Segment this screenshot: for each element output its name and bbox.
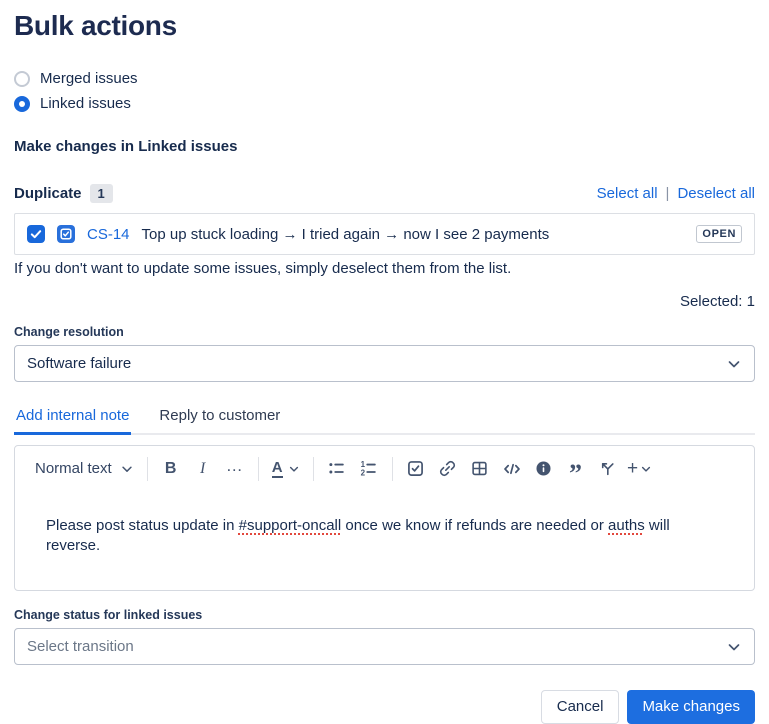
misspelled-word: auths: [608, 517, 645, 534]
issue-scope-radio-group: Merged issues Linked issues: [14, 66, 755, 116]
issue-checkbox-checked[interactable]: [27, 225, 45, 243]
footer-actions: Cancel Make changes: [14, 690, 755, 724]
radio-merged-issues[interactable]: Merged issues: [14, 66, 755, 91]
svg-text:2: 2: [361, 469, 366, 477]
info-panel-icon[interactable]: [530, 455, 558, 483]
toolbar-divider: [258, 457, 259, 481]
chevron-down-icon: [726, 639, 742, 655]
task-list-icon[interactable]: [402, 455, 430, 483]
note-tabs: Add internal note Reply to customer: [14, 407, 755, 435]
select-all-link[interactable]: Select all: [597, 185, 658, 202]
transition-placeholder: Select transition: [27, 638, 134, 655]
make-changes-button[interactable]: Make changes: [627, 690, 755, 724]
issue-key-link[interactable]: CS-14: [87, 226, 130, 243]
text-style-dropdown[interactable]: Normal text: [31, 457, 138, 480]
group-title: Duplicate 1: [14, 184, 113, 203]
note-text: once we know if refunds are needed or: [341, 517, 608, 534]
radio-linked-issues-label: Linked issues: [40, 95, 131, 112]
resolution-value: Software failure: [27, 355, 131, 372]
bullet-list-icon[interactable]: [323, 455, 351, 483]
chevron-down-icon: [288, 463, 300, 475]
editor-content[interactable]: Please post status update in #support-on…: [15, 483, 754, 556]
quote-icon[interactable]: ”: [562, 455, 590, 483]
toolbar-divider: [392, 457, 393, 481]
status-badge: OPEN: [696, 225, 742, 243]
more-formatting-icon[interactable]: …: [221, 455, 249, 483]
bold-icon[interactable]: B: [157, 455, 185, 483]
text-color-icon[interactable]: A: [268, 455, 304, 483]
radio-merged-issues-label: Merged issues: [40, 70, 138, 87]
radio-selected-icon[interactable]: [14, 96, 30, 112]
resolution-select[interactable]: Software failure: [14, 345, 755, 382]
transition-label: Change status for linked issues: [14, 608, 755, 622]
radio-unselected-icon[interactable]: [14, 71, 30, 87]
cancel-button[interactable]: Cancel: [541, 690, 620, 724]
tab-reply-to-customer[interactable]: Reply to customer: [157, 407, 282, 433]
section-heading: Make changes in Linked issues: [14, 138, 755, 155]
decision-icon[interactable]: [594, 455, 622, 483]
group-header: Duplicate 1 Select all | Deselect all: [14, 184, 755, 203]
page-title: Bulk actions: [14, 10, 755, 42]
tab-add-internal-note[interactable]: Add internal note: [14, 407, 131, 435]
toolbar-divider: [313, 457, 314, 481]
selection-links: Select all | Deselect all: [597, 185, 755, 202]
links-separator: |: [666, 185, 670, 202]
resolution-label: Change resolution: [14, 325, 755, 339]
text-style-value: Normal text: [35, 460, 112, 477]
transition-field: Change status for linked issues Select t…: [14, 608, 755, 665]
table-icon[interactable]: [466, 455, 494, 483]
channel-mention: #support-oncall: [239, 517, 342, 534]
radio-linked-issues[interactable]: Linked issues: [14, 91, 755, 116]
numbered-list-icon[interactable]: 1 2: [355, 455, 383, 483]
issue-summary: Top up stuck loading → I tried again → n…: [142, 226, 550, 243]
resolution-field: Change resolution Software failure: [14, 325, 755, 382]
code-snippet-icon[interactable]: [498, 455, 526, 483]
deselect-all-link[interactable]: Deselect all: [677, 185, 755, 202]
italic-icon[interactable]: I: [189, 455, 217, 483]
note-text: Please post status update in: [46, 517, 239, 534]
group-count-badge: 1: [90, 184, 113, 203]
issue-row[interactable]: CS-14 Top up stuck loading → I tried aga…: [14, 213, 755, 255]
chevron-down-icon: [120, 462, 134, 476]
editor-toolbar: Normal text B I … A 1 2: [15, 446, 754, 483]
deselect-hint: If you don't want to update some issues,…: [14, 259, 755, 279]
task-type-icon: [57, 225, 75, 243]
insert-icon[interactable]: +: [626, 455, 654, 483]
group-label: Duplicate: [14, 185, 82, 202]
toolbar-divider: [147, 457, 148, 481]
chevron-down-icon: [640, 463, 652, 475]
link-icon[interactable]: [434, 455, 462, 483]
rich-text-editor: Normal text B I … A 1 2: [14, 445, 755, 591]
transition-select[interactable]: Select transition: [14, 628, 755, 665]
chevron-down-icon: [726, 356, 742, 372]
selected-count: Selected: 1: [14, 293, 755, 310]
